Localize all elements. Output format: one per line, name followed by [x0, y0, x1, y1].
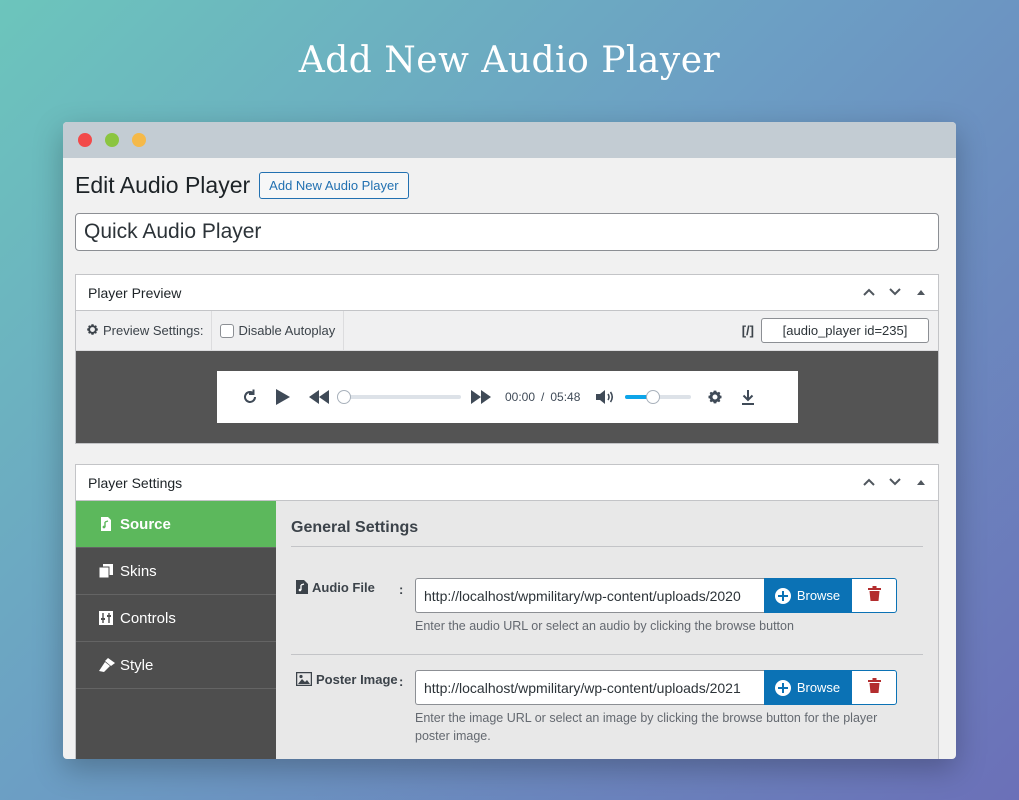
settings-gear-icon[interactable] — [707, 389, 723, 405]
volume-slider[interactable] — [625, 390, 692, 404]
time-separator: / — [541, 390, 545, 404]
sliders-icon — [99, 611, 113, 625]
panel-header: Player Preview — [76, 275, 938, 311]
browse-label: Browse — [796, 680, 841, 695]
nav-item-label: Skins — [120, 562, 157, 580]
audio-url-input[interactable]: http://localhost/wpmilitary/wp-content/u… — [415, 578, 764, 613]
move-up-icon[interactable] — [862, 475, 876, 492]
plus-circle-icon — [774, 587, 791, 604]
panel-title: Player Settings — [88, 474, 183, 491]
panel-tools — [862, 465, 928, 501]
poster-image-input-group: http://localhost/wpmilitary/wp-content/u… — [415, 670, 897, 705]
panel-title: Player Preview — [88, 284, 182, 301]
trash-icon — [867, 585, 881, 606]
move-down-icon[interactable] — [888, 285, 902, 302]
app-window: Edit Audio Player Add New Audio Player Q… — [63, 122, 956, 759]
settings-body: Source Skins Controls Style General Sett… — [76, 501, 938, 759]
copy-icon — [98, 564, 113, 579]
volume-handle[interactable] — [646, 390, 661, 404]
download-icon[interactable] — [740, 389, 756, 405]
add-new-audio-player-button[interactable]: Add New Audio Player — [259, 172, 409, 199]
brush-icon — [99, 658, 115, 672]
section-title: General Settings — [291, 519, 923, 547]
collapse-toggle-icon[interactable] — [914, 285, 928, 302]
player-preview-stage: 00:00 / 05:48 — [76, 351, 938, 443]
plus-circle-icon — [774, 679, 791, 696]
minimize-window-dot[interactable] — [132, 133, 146, 147]
collapse-toggle-icon[interactable] — [914, 475, 928, 492]
hero-title: Add New Audio Player — [298, 40, 721, 81]
panel-header: Player Settings — [76, 465, 938, 501]
disable-autoplay-checkbox[interactable] — [220, 323, 235, 338]
maximize-window-dot[interactable] — [105, 133, 119, 147]
poster-image-row: Poster Image : http://localhost/wpmilita… — [291, 654, 923, 745]
nav-item-skins[interactable]: Skins — [76, 548, 276, 595]
music-file-icon — [296, 580, 308, 597]
seek-handle[interactable] — [337, 390, 351, 404]
poster-help-text: Enter the image URL or select an image b… — [415, 711, 878, 743]
audio-help-text: Enter the audio URL or select an audio b… — [415, 619, 794, 633]
music-file-icon — [99, 517, 113, 531]
preview-settings-label: Preview Settings: — [103, 323, 204, 338]
player-title-input[interactable]: Quick Audio Player — [75, 213, 939, 251]
shortcode-field[interactable]: [audio_player id=235] — [761, 318, 929, 343]
duration: 05:48 — [550, 390, 581, 404]
panel-tools — [862, 275, 928, 311]
player-settings-panel: Player Settings Source Skins Controls St… — [75, 464, 939, 759]
nav-item-controls[interactable]: Controls — [76, 595, 276, 642]
image-icon — [295, 671, 313, 689]
gear-icon — [86, 323, 99, 339]
browse-label: Browse — [796, 588, 841, 603]
audio-browse-button[interactable]: Browse — [764, 578, 851, 613]
player-preview-panel: Player Preview Preview Settings: Disable… — [75, 274, 939, 444]
page-title: Edit Audio Player — [75, 172, 251, 198]
audio-delete-button[interactable] — [851, 578, 897, 613]
settings-content: General Settings Audio File : http://loc… — [276, 501, 938, 759]
close-window-dot[interactable] — [78, 133, 92, 147]
poster-image-control: http://localhost/wpmilitary/wp-content/u… — [415, 670, 897, 745]
nav-item-source[interactable]: Source — [76, 501, 276, 548]
heading-row: Edit Audio Player Add New Audio Player — [75, 172, 409, 199]
field-label-colon: : — [399, 674, 404, 689]
settings-nav: Source Skins Controls Style — [76, 501, 276, 759]
volume-icon[interactable] — [595, 389, 615, 405]
audio-file-input-group: http://localhost/wpmilitary/wp-content/u… — [415, 578, 897, 613]
seek-bar[interactable] — [337, 390, 461, 404]
poster-delete-button[interactable] — [851, 670, 897, 705]
preview-settings-bar: Preview Settings: Disable Autoplay [/] [… — [76, 310, 938, 351]
poster-browse-button[interactable]: Browse — [764, 670, 851, 705]
poster-image-label: Poster Image : — [291, 670, 415, 745]
play-icon[interactable] — [275, 388, 291, 406]
move-down-icon[interactable] — [888, 475, 902, 492]
nav-item-label: Source — [120, 515, 171, 533]
audio-player: 00:00 / 05:48 — [217, 371, 798, 423]
audio-file-label: Audio File : — [291, 578, 415, 635]
trash-icon — [867, 677, 881, 698]
current-time: 00:00 — [505, 390, 536, 404]
nav-item-label: Controls — [120, 609, 176, 627]
field-label-text: Poster Image — [316, 672, 398, 687]
restart-icon[interactable] — [241, 388, 259, 406]
field-label-text: Audio File — [312, 580, 375, 595]
audio-file-row: Audio File : http://localhost/wpmilitary… — [291, 547, 923, 635]
nav-item-style[interactable]: Style — [76, 642, 276, 689]
window-titlebar — [63, 122, 956, 158]
shortcode-icon: [/] — [741, 323, 754, 338]
nav-item-label: Style — [120, 656, 154, 674]
poster-url-input[interactable]: http://localhost/wpmilitary/wp-content/u… — [415, 670, 764, 705]
move-up-icon[interactable] — [862, 285, 876, 302]
disable-autoplay-option[interactable]: Disable Autoplay — [212, 310, 345, 351]
disable-autoplay-label: Disable Autoplay — [238, 323, 336, 338]
preview-settings: Preview Settings: — [76, 310, 213, 351]
field-label-colon: : — [399, 582, 404, 597]
rewind-icon[interactable] — [309, 390, 329, 404]
fast-forward-icon[interactable] — [471, 390, 491, 404]
audio-file-control: http://localhost/wpmilitary/wp-content/u… — [415, 578, 897, 635]
